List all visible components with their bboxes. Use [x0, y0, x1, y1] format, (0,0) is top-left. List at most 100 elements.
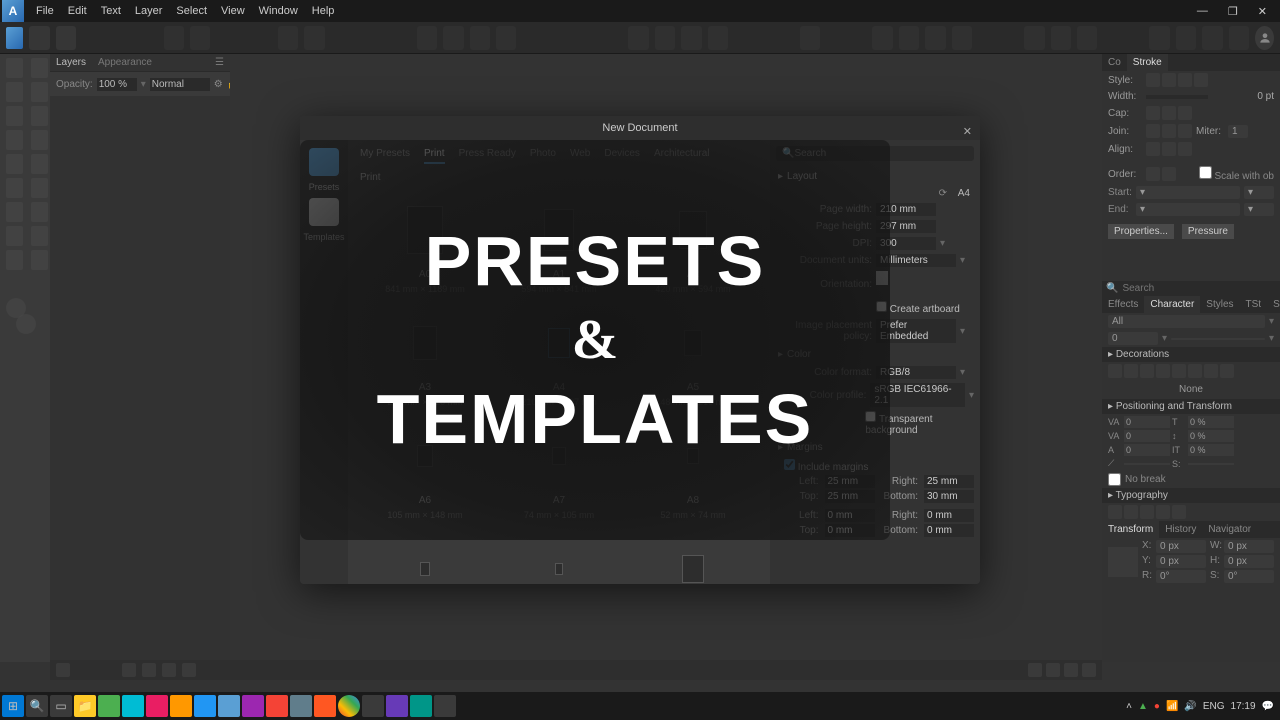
preset-item[interactable]: A5148 mm × 210 mm	[636, 308, 750, 407]
toolbar-button[interactable]	[417, 26, 437, 50]
taskbar-app-icon[interactable]	[410, 695, 432, 717]
clock[interactable]: 17:19	[1231, 701, 1256, 712]
tab-print[interactable]: Print	[424, 148, 445, 164]
pencil-tool[interactable]	[31, 106, 48, 126]
presets-mode-icon[interactable]	[309, 148, 339, 176]
toolbar-button[interactable]	[1176, 26, 1196, 50]
tab-appearance[interactable]: Appearance	[98, 57, 152, 68]
tab-web[interactable]: Web	[570, 148, 590, 164]
pressure-button[interactable]: Pressure	[1182, 224, 1234, 239]
tab-photo[interactable]: Photo	[530, 148, 556, 164]
shear-input[interactable]	[1124, 463, 1170, 465]
chrome-icon[interactable]	[338, 695, 360, 717]
baseline-input[interactable]: 0 %	[1188, 430, 1234, 442]
tab-transform[interactable]: Transform	[1102, 521, 1159, 538]
toolbar-button[interactable]	[655, 26, 675, 50]
stroke-style-dash[interactable]	[1178, 73, 1192, 87]
tab-tst[interactable]: TSt	[1240, 296, 1268, 313]
no-break-checkbox[interactable]	[1108, 473, 1121, 486]
preset-search-input[interactable]	[794, 148, 968, 159]
transform-x[interactable]: 0 px	[1156, 540, 1206, 553]
toolbar-button[interactable]	[304, 26, 324, 50]
preset-item[interactable]: A852 mm × 74 mm	[636, 421, 750, 520]
orientation-portrait[interactable]	[876, 271, 888, 285]
miter-input[interactable]: 1	[1228, 125, 1248, 138]
node-tool[interactable]	[6, 82, 23, 102]
units-select[interactable]: Millimeters	[876, 254, 956, 267]
toolbar-button[interactable]	[190, 26, 210, 50]
taskbar-app-icon[interactable]	[434, 695, 456, 717]
deco-7[interactable]	[1204, 364, 1218, 378]
width-value[interactable]: 0 pt	[1212, 91, 1274, 102]
transform-w[interactable]: 0 px	[1224, 540, 1274, 553]
toolbar-button[interactable]	[1024, 26, 1044, 50]
scale-with-object[interactable]: Scale with ob	[1199, 166, 1274, 182]
panel-menu-icon[interactable]: ☰	[215, 57, 224, 68]
align-outside[interactable]	[1178, 142, 1192, 156]
shape-tool[interactable]	[6, 154, 23, 174]
corner-tool[interactable]	[31, 82, 48, 102]
kerning-input[interactable]: 0	[1124, 430, 1170, 442]
taskbar-app-icon[interactable]	[98, 695, 120, 717]
menu-text[interactable]: Text	[101, 5, 121, 17]
join-round[interactable]	[1162, 124, 1176, 138]
toolbar-button[interactable]	[1077, 26, 1097, 50]
artboard-tool[interactable]	[31, 58, 48, 78]
preset-item[interactable]: A9	[368, 534, 482, 584]
toolbar-button[interactable]	[872, 26, 892, 50]
tab-effects[interactable]: Effects	[1102, 296, 1144, 313]
refresh-icon[interactable]: ⟳	[939, 188, 947, 199]
toolbar-button[interactable]	[1149, 26, 1169, 50]
tracking-input[interactable]: 0	[1124, 416, 1170, 428]
transform-s[interactable]: 0°	[1224, 570, 1274, 583]
bleed-right-input[interactable]: 0 mm	[924, 509, 974, 522]
hscale-input[interactable]: 0	[1124, 444, 1170, 456]
close-button[interactable]: ✕	[1255, 5, 1270, 18]
taskbar-app-icon[interactable]	[266, 695, 288, 717]
toolbar-button[interactable]	[628, 26, 648, 50]
page-width-input[interactable]: 210 mm	[876, 203, 936, 216]
placement-select[interactable]: Prefer Embedded	[876, 319, 956, 343]
brush-tool[interactable]	[6, 130, 23, 150]
deco-4[interactable]	[1156, 364, 1170, 378]
taskbar-app-icon[interactable]	[362, 695, 384, 717]
toolbar-button[interactable]	[278, 26, 298, 50]
margins-section-header[interactable]: ▸ Margins	[776, 438, 974, 457]
menu-select[interactable]: Select	[176, 5, 207, 17]
taskbar-app-icon[interactable]	[146, 695, 168, 717]
wifi-icon[interactable]: 📶	[1166, 701, 1178, 712]
tray-icon[interactable]: ●	[1154, 701, 1160, 712]
transform-anchor[interactable]	[1108, 547, 1138, 577]
toolbar-button[interactable]	[496, 26, 516, 50]
preset-item[interactable]: A6105 mm × 148 mm	[368, 421, 482, 520]
toolbar-button[interactable]	[164, 26, 184, 50]
preset-item[interactable]: A0841 mm × 1189 mm	[368, 195, 482, 294]
overline[interactable]	[1140, 364, 1154, 378]
toolbar-button[interactable]	[681, 26, 701, 50]
selection-tool[interactable]	[31, 250, 48, 270]
margin-left-input[interactable]: 25 mm	[825, 475, 875, 488]
place-tool[interactable]	[31, 202, 48, 222]
toolbar-button[interactable]	[800, 26, 820, 50]
dialog-close-button[interactable]: ✕	[963, 120, 972, 144]
margin-right-input[interactable]: 25 mm	[924, 475, 974, 488]
start-button[interactable]: ⊞	[2, 695, 24, 717]
toolbar-button[interactable]	[470, 26, 490, 50]
taskbar-app-icon[interactable]	[170, 695, 192, 717]
dpi-input[interactable]: 300	[876, 237, 936, 250]
deco-5[interactable]	[1172, 364, 1186, 378]
menu-help[interactable]: Help	[312, 5, 335, 17]
tab-my-presets[interactable]: My Presets	[360, 148, 410, 164]
color-picker-tool[interactable]	[6, 250, 23, 270]
join-miter[interactable]	[1146, 124, 1160, 138]
cap-square[interactable]	[1178, 106, 1192, 120]
leading-input[interactable]: 0 %	[1188, 416, 1234, 428]
taskbar-app-icon[interactable]	[122, 695, 144, 717]
fill-tool[interactable]	[31, 130, 48, 150]
toolbar-button[interactable]	[56, 26, 76, 50]
toolbar-button[interactable]	[1202, 26, 1222, 50]
preset-item[interactable]: A1594 mm × 841 mm	[502, 195, 616, 294]
properties-button[interactable]: Properties...	[1108, 224, 1174, 239]
orientation-landscape[interactable]	[876, 285, 890, 297]
start-arrow[interactable]: ▾	[1136, 186, 1240, 199]
